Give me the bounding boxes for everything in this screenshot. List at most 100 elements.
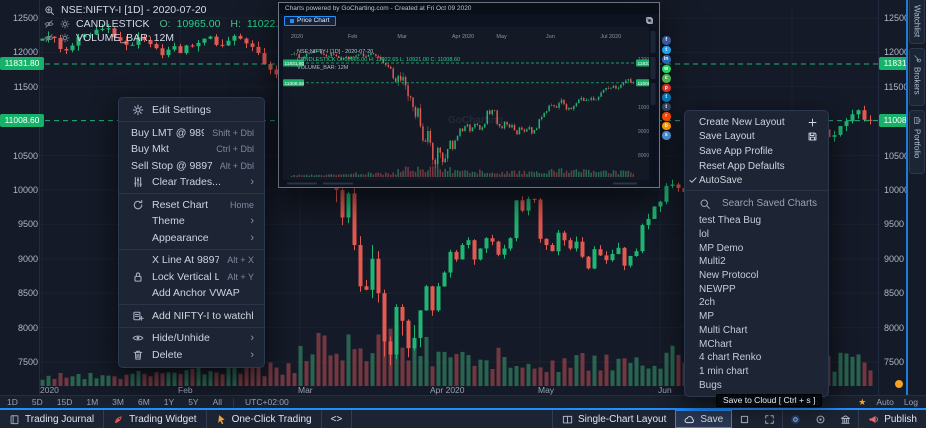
timeframe-1d[interactable]: 1D [0,397,25,407]
svg-text:11008.60: 11008.60 [285,81,305,87]
menu-item-buy-mkt[interactable]: Buy MktCtrl + Dbl [119,141,264,158]
menu-item-clear-trades[interactable]: Clear Trades...› [119,174,264,191]
share-wechat-icon[interactable]: c [662,74,671,83]
check-icon [688,175,698,187]
magnifier-plus-icon [44,5,55,16]
layout-menu-item-create-new-layout[interactable]: Create New Layout [685,115,828,130]
share-telegram-icon[interactable]: t [662,93,671,102]
auto-scale-toggle[interactable]: Auto [876,397,894,407]
menu-item-buy-lmt[interactable]: Buy LMT @ 9897.59Shift + Dbl [119,125,264,142]
side-tab-portfolio[interactable]: Portfolio [909,110,925,174]
pointer-icon [216,414,227,425]
menu-item-appearance[interactable]: Appearance› [119,230,264,247]
share-pinterest-icon[interactable]: p [662,84,671,93]
layout-menu-item-autosave[interactable]: AutoSave [685,173,828,188]
share-linkedin-icon[interactable]: in [662,55,671,64]
timeframe-5d[interactable]: 5D [25,397,50,407]
menu-item-theme[interactable]: Theme› [119,213,264,230]
timezone-label[interactable]: UTC+02:00 [238,397,296,407]
timeframe-3m[interactable]: 3M [105,397,131,407]
timeframe-5y[interactable]: 5Y [181,397,205,407]
layout-menu-item-save-app-profile[interactable]: Save App Profile [685,144,828,159]
left-axis-tick: 7500 [18,357,38,367]
trading-widget-button[interactable]: Trading Widget [104,410,206,428]
share-reddit-icon[interactable]: r [662,112,671,121]
share-whatsapp-icon[interactable]: w [662,65,671,74]
screenshot-button[interactable] [782,410,808,428]
share-blogger-icon[interactable]: b [662,122,671,131]
saved-chart-item[interactable]: Multi Chart [685,323,828,337]
saved-chart-item[interactable]: MChart [685,337,828,351]
menu-item-lock-vertical[interactable]: Lock Vertical LineAlt + Y [119,269,264,286]
search-input[interactable] [720,197,820,210]
menu-item-add-watchlist[interactable]: Add NIFTY-I to watchlist [119,308,264,325]
menu-item-delete[interactable]: Delete› [119,347,264,364]
menu-item-reset-chart[interactable]: Reset ChartHome [119,197,264,214]
saved-chart-item[interactable]: MP Demo [685,241,828,255]
timeframe-all[interactable]: All [206,397,229,407]
svg-text:Feb: Feb [348,34,357,40]
chart-context-menu: Edit Settings Buy LMT @ 9897.59Shift + Db… [118,97,265,368]
one-click-trading-button[interactable]: One-Click Trading [207,410,322,428]
publish-button[interactable]: Publish [858,410,926,428]
chart-preview-popup[interactable]: Charts powered by GoCharting.com - Creat… [278,2,660,188]
open-label: O: [160,18,171,30]
favorite-star-icon[interactable]: ★ [858,397,866,408]
study2-name: VOLUME_BAR: 12M [76,32,174,44]
saved-charts-search[interactable] [685,194,828,214]
saved-chart-item[interactable]: Multi2 [685,255,828,269]
open-value: 10965.00 [177,18,221,30]
saved-chart-item[interactable]: 2ch [685,296,828,310]
svg-text:Mar: Mar [397,34,407,40]
share-skype-icon[interactable]: s [662,131,671,140]
menu-item-x-line[interactable]: X Line At 9897.59Alt + X [119,252,264,269]
saved-chart-item[interactable]: New Protocol [685,269,828,283]
timeframe-6m[interactable]: 6M [131,397,157,407]
saved-chart-item[interactable]: MP [685,310,828,324]
popup-tab-price-chart[interactable]: Price Chart [284,16,336,26]
trash-icon [132,349,144,361]
layout-menu-item-reset-app-defaults[interactable]: Reset App Defaults [685,159,828,174]
share-twitter-icon[interactable]: t [662,46,671,55]
menu-item-hide-unhide[interactable]: Hide/Unhide› [119,330,264,347]
saved-chart-item[interactable]: NEWPP [685,282,828,296]
search-icon [699,198,711,210]
shortcut-hint: Ctrl + Dbl [216,144,254,154]
trading-journal-button[interactable]: Trading Journal [0,410,104,428]
log-scale-toggle[interactable]: Log [904,397,918,407]
popup-mini-chart: 2020FebMarApr 2020MayJunJul 202012000110… [283,27,657,187]
popup-header: Charts powered by GoCharting.com - Creat… [279,3,659,14]
side-tab-brokers[interactable]: Brokers [909,48,925,106]
menu-item-anchor-vwap[interactable]: Add Anchor VWAP [119,285,264,302]
frame-button[interactable] [732,410,757,428]
broker-hub-button[interactable] [833,410,858,428]
share-tumblr-icon[interactable]: t [662,103,671,112]
menu-item-sell-stop[interactable]: Sell Stop @ 9897.59Alt + Dbl [119,158,264,175]
crosshair-button[interactable] [808,410,833,428]
fullscreen-button[interactable] [757,410,782,428]
share-facebook-icon[interactable]: f [662,36,671,45]
timeframe-15d[interactable]: 15D [50,397,80,407]
single-chart-layout-button[interactable]: Single-Chart Layout [552,410,675,428]
layout-menu-item-save-layout[interactable]: Save Layout [685,130,828,145]
code-button[interactable]: <> [322,410,353,428]
timeframe-1m[interactable]: 1M [79,397,105,407]
notification-dot [895,380,903,388]
right-axis-tick: 11500 [884,82,908,92]
saved-chart-item[interactable]: lol [685,228,828,242]
side-tab-watchlist[interactable]: Watchlist [909,0,925,44]
saved-chart-item[interactable]: 1 min chart [685,365,828,379]
saved-chart-item[interactable]: 4 chart Renko [685,351,828,365]
list-icon [913,0,922,1]
time-axis-label: Mar [298,385,313,395]
sliders-icon [132,176,144,188]
eye-icon [132,332,144,344]
plus-icon [807,117,818,128]
left-axis-tick: 8500 [18,288,38,298]
saved-chart-item[interactable]: Bugs [685,378,828,392]
save-button[interactable]: Save [675,410,732,428]
saved-chart-item[interactable]: test Thea Bug [685,214,828,228]
svg-text:Apr 2020: Apr 2020 [452,34,474,40]
timeframe-1y[interactable]: 1Y [157,397,181,407]
menu-item-edit-settings[interactable]: Edit Settings [119,102,264,119]
